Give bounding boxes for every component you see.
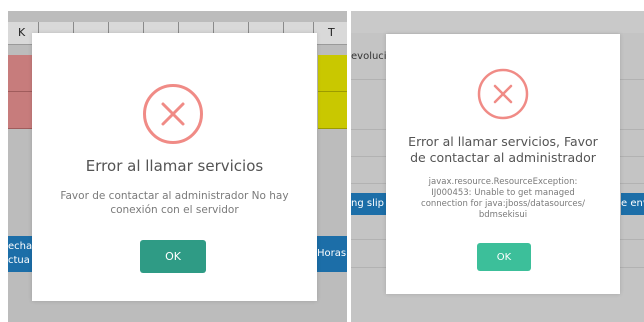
error-x-circle-icon bbox=[477, 68, 529, 120]
error-dialog: Error al llamar servicios, Favor de cont… bbox=[386, 34, 620, 294]
error-dialog: Error al llamar servicios Favor de conta… bbox=[32, 33, 317, 301]
button-label: ng slip bbox=[351, 198, 384, 209]
red-status-cell bbox=[8, 55, 32, 92]
background-action-button[interactable]: echa ctua bbox=[8, 236, 32, 272]
button-label-line: ctua bbox=[8, 255, 30, 266]
top-bar bbox=[351, 11, 644, 33]
dialog-title: Error al llamar servicios, Favor de cont… bbox=[408, 134, 598, 165]
ok-button[interactable]: OK bbox=[140, 240, 206, 273]
column-header-t: T bbox=[328, 26, 335, 39]
error-x-circle-icon bbox=[143, 84, 203, 144]
yellow-status-cell bbox=[318, 92, 347, 129]
dialog-message: javax.resource.ResourceException: IJ0004… bbox=[421, 177, 585, 220]
button-label-line: echa bbox=[8, 241, 32, 252]
background-action-button[interactable]: e env bbox=[621, 193, 644, 215]
button-label: e env bbox=[621, 198, 644, 209]
background-action-button[interactable]: ng slip bbox=[351, 193, 387, 215]
yellow-status-cell bbox=[318, 55, 347, 92]
background-horas-button[interactable]: Horas bbox=[317, 236, 347, 272]
red-status-cell bbox=[8, 92, 32, 129]
ok-button[interactable]: OK bbox=[477, 243, 531, 271]
button-label: Horas bbox=[317, 248, 347, 259]
dialog-message: Favor de contactar al administrador No h… bbox=[60, 190, 289, 216]
dialog-title: Error al llamar servicios bbox=[85, 157, 264, 175]
column-header-k: K bbox=[18, 26, 26, 39]
